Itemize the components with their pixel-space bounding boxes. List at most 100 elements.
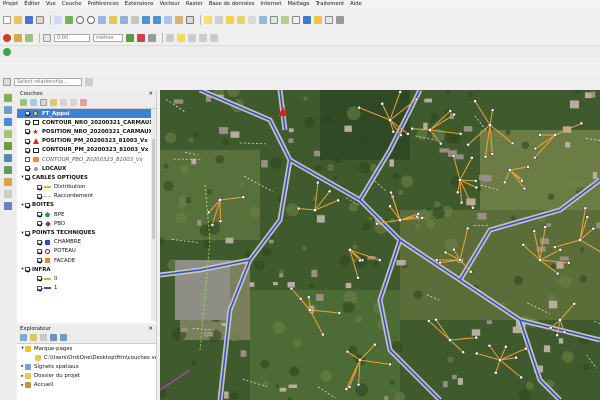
menu-1[interactable]: Éditer [24,1,40,7]
menu-8[interactable]: Base de données [209,1,254,7]
browser-item[interactable]: C:\Users\OrdiOne\Desktop\fttn\couches ve [17,353,156,362]
text-annotation-icon[interactable] [336,15,344,24]
filter-icon[interactable] [30,334,37,341]
menu-11[interactable]: Traitement [316,1,345,7]
layer-item[interactable]: ▾ INFRA [17,265,156,274]
print-layout-icon[interactable] [36,15,44,24]
zoom-in-icon[interactable] [76,15,84,24]
snap-topology-icon[interactable] [126,34,134,42]
layer-visibility-checkbox[interactable] [37,184,42,190]
map-tips-icon[interactable] [314,15,322,24]
layer-item[interactable]: FT_Appui [17,109,156,119]
open-project-icon[interactable] [14,15,22,24]
layer-visibility-checkbox[interactable] [25,166,30,172]
link-icon[interactable] [85,78,93,86]
pan-to-selection-icon[interactable] [65,15,73,24]
field-calculator-icon[interactable] [259,15,267,24]
layer-item[interactable]: Raccordement [17,192,156,201]
layer-visibility-checkbox[interactable] [25,120,30,126]
layer-visibility-checkbox[interactable] [25,267,30,273]
menu-10[interactable]: Maillage [287,1,309,7]
layer-visibility-checkbox[interactable] [37,285,42,291]
layer-item[interactable]: CONTOUR_NRO_20200321_CARMAUX_V [17,118,156,127]
info-icon[interactable] [60,334,67,341]
layer-item[interactable]: CONTOUR_PM_20200323_81003_Vx [17,146,156,155]
add-virtual-icon[interactable] [4,190,12,198]
close-icon[interactable]: ✕ [149,91,153,97]
relationship-icon[interactable] [3,78,11,86]
layer-item[interactable]: BPE [17,210,156,219]
map-canvas[interactable] [160,90,600,400]
measure-icon[interactable] [303,15,311,24]
add-vector-icon[interactable] [4,94,12,102]
layer-visibility-checkbox[interactable] [25,175,30,181]
visibility-icon[interactable] [40,99,47,106]
toggle-editing-icon[interactable] [14,34,22,42]
select-features-icon[interactable] [226,15,234,24]
annotation-icon[interactable] [325,15,333,24]
add-mesh-icon[interactable] [4,118,12,126]
browser-item[interactable]: ▸ Signets spatiaux [17,362,156,371]
unit-select[interactable]: mètres [93,34,123,42]
layer-visibility-checkbox[interactable] [25,147,30,153]
style-icon[interactable] [20,99,27,106]
layer-item[interactable]: ▾ CABLES OPTIQUES [17,173,156,182]
layer-item[interactable]: CONTOUR_PBO_20200323_81003_Vx [17,155,156,164]
menu-9[interactable]: Internet [260,1,281,7]
add-spatialite-icon[interactable] [4,142,12,150]
add-wcs-icon[interactable] [4,202,12,210]
snapping-icon[interactable] [43,34,51,42]
layer-visibility-checkbox[interactable] [25,202,30,208]
browser-item[interactable]: ▸ Accueil [17,381,156,390]
pan-map-icon[interactable] [54,15,62,24]
layer-item[interactable]: Distribution [17,183,156,192]
menu-3[interactable]: Couche [62,1,82,7]
rotate-label-icon[interactable] [199,34,207,42]
deselect-icon[interactable] [248,15,256,24]
close-icon[interactable]: ✕ [149,326,153,332]
tracing-icon[interactable] [148,34,156,42]
layer-item[interactable]: FACADE [17,256,156,265]
identify-icon[interactable] [204,15,212,24]
tolerance-input[interactable]: 0.00 [54,34,90,42]
layer-item[interactable]: ▾ BOITES [17,201,156,210]
layer-item[interactable]: 1 [17,284,156,293]
temporal-controller-icon[interactable] [175,15,183,24]
layer-visibility-checkbox[interactable] [37,212,42,218]
add-group-icon[interactable] [30,99,37,106]
select-by-expression-icon[interactable] [237,15,245,24]
layer-visibility-checkbox[interactable] [37,221,42,227]
layer-visibility-checkbox[interactable] [25,129,30,135]
add-wfs-icon[interactable] [4,178,12,186]
menu-0[interactable]: Projet [3,1,18,7]
advanced-digitize-icon[interactable] [166,34,174,42]
menu-7[interactable]: Raster [186,1,203,7]
layer-item[interactable]: LOCAUX [17,164,156,173]
digitize-icon[interactable] [25,34,33,42]
browser-item[interactable]: ▾ Marque-pages [17,344,156,353]
zoom-out-icon[interactable] [87,15,95,24]
attribute-table-icon[interactable] [270,15,278,24]
add-raster-icon[interactable] [4,106,12,114]
new-project-icon[interactable] [3,15,11,24]
layer-item[interactable]: POSITION_PM_20200323_81003_Vx [17,137,156,146]
new-map-view-icon[interactable] [164,15,172,24]
zoom-full-icon[interactable] [98,15,106,24]
zoom-last-icon[interactable] [142,15,150,24]
refresh-icon[interactable] [186,15,194,24]
layer-visibility-checkbox[interactable] [37,193,42,199]
layer-item[interactable]: CHAMBRE [17,238,156,247]
menu-6[interactable]: Vecteur [160,1,180,7]
action-icon[interactable] [215,15,223,24]
layer-visibility-checkbox[interactable] [25,111,30,117]
layer-item[interactable]: PBO [17,219,156,228]
statistics-icon[interactable] [292,15,300,24]
filter-icon[interactable] [50,99,57,106]
snap-intersection-icon[interactable] [137,34,145,42]
zoom-next-icon[interactable] [153,15,161,24]
add-postgis-icon[interactable] [4,154,12,162]
menu-2[interactable]: Vue [46,1,56,7]
browser-item[interactable]: ▸ Dossier du projet [17,372,156,381]
zoom-native-icon[interactable] [131,15,139,24]
toolbox-icon[interactable] [281,15,289,24]
